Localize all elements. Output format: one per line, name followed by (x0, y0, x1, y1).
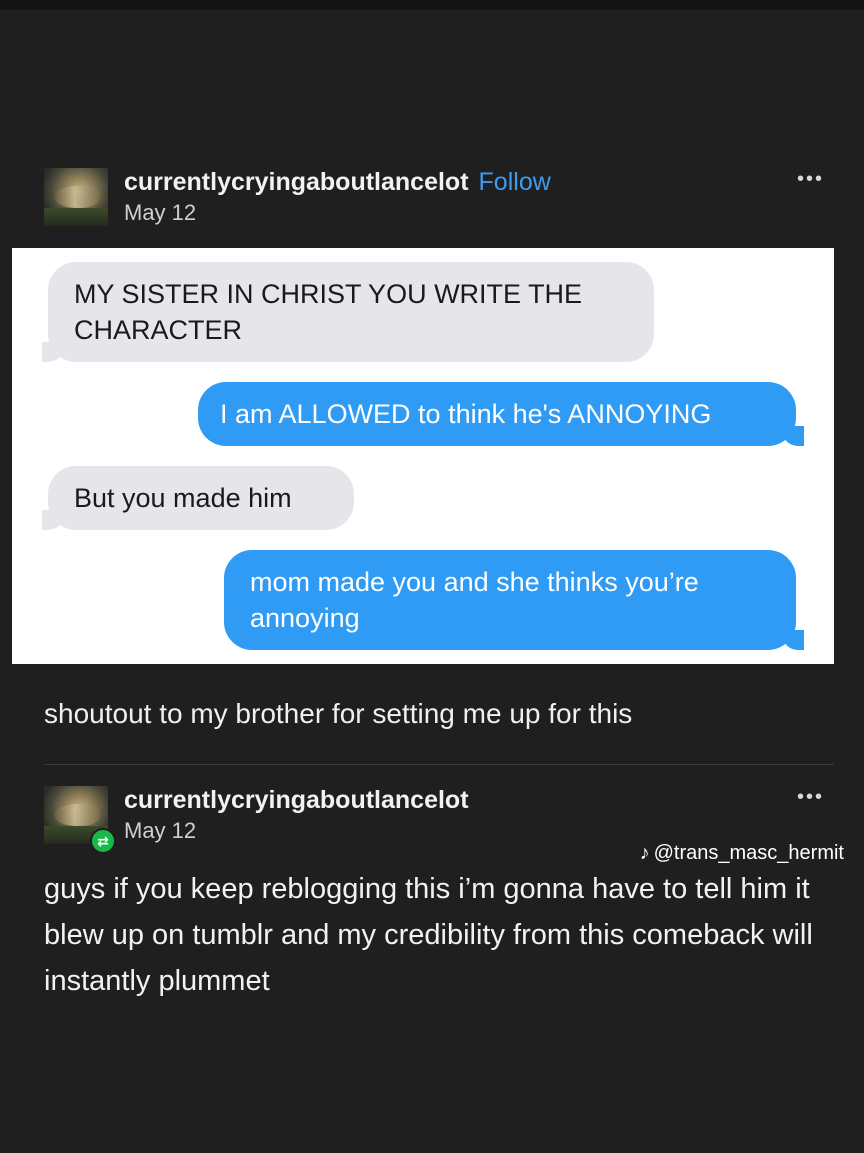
reblog-text: guys if you keep reblogging this i’m gon… (44, 873, 813, 997)
chat-screenshot: MY SISTER IN CHRIST YOU WRITE THE CHARAC… (12, 248, 834, 664)
post-date: May 12 (124, 200, 197, 225)
message-bubble-outgoing: I am ALLOWED to think he's ANNOYING (198, 382, 804, 446)
more-options-icon[interactable]: ••• (797, 786, 824, 809)
more-options-icon[interactable]: ••• (797, 168, 824, 191)
message-bubble-incoming: But you made him (42, 466, 354, 530)
watermark-handle: @trans_masc_hermit (653, 842, 844, 864)
post-username[interactable]: currentlycryingaboutlancelot Follow (124, 168, 551, 197)
post-caption: shoutout to my brother for setting me up… (44, 698, 633, 729)
follow-button[interactable]: Follow (479, 168, 551, 196)
avatar[interactable] (44, 168, 108, 226)
username-text[interactable]: currentlycryingaboutlancelot (124, 168, 469, 196)
reblog-date: May 12 (124, 818, 197, 843)
reblog-header: ⇄ currentlycryingaboutlancelot May 12 ••… (44, 786, 834, 854)
post-header: currentlycryingaboutlancelot Follow May 1… (44, 168, 834, 232)
reblog-username[interactable]: currentlycryingaboutlancelot (124, 786, 469, 815)
top-band (0, 0, 864, 10)
message-bubble-incoming: MY SISTER IN CHRIST YOU WRITE THE CHARAC… (42, 262, 654, 362)
tiktok-icon: ♪ (639, 842, 650, 864)
message-bubble-outgoing: mom made you and she thinks you’re annoy… (224, 550, 804, 650)
divider (44, 764, 834, 765)
tiktok-watermark: ♪ @trans_masc_hermit (640, 842, 844, 865)
reblog-icon: ⇄ (90, 828, 116, 854)
